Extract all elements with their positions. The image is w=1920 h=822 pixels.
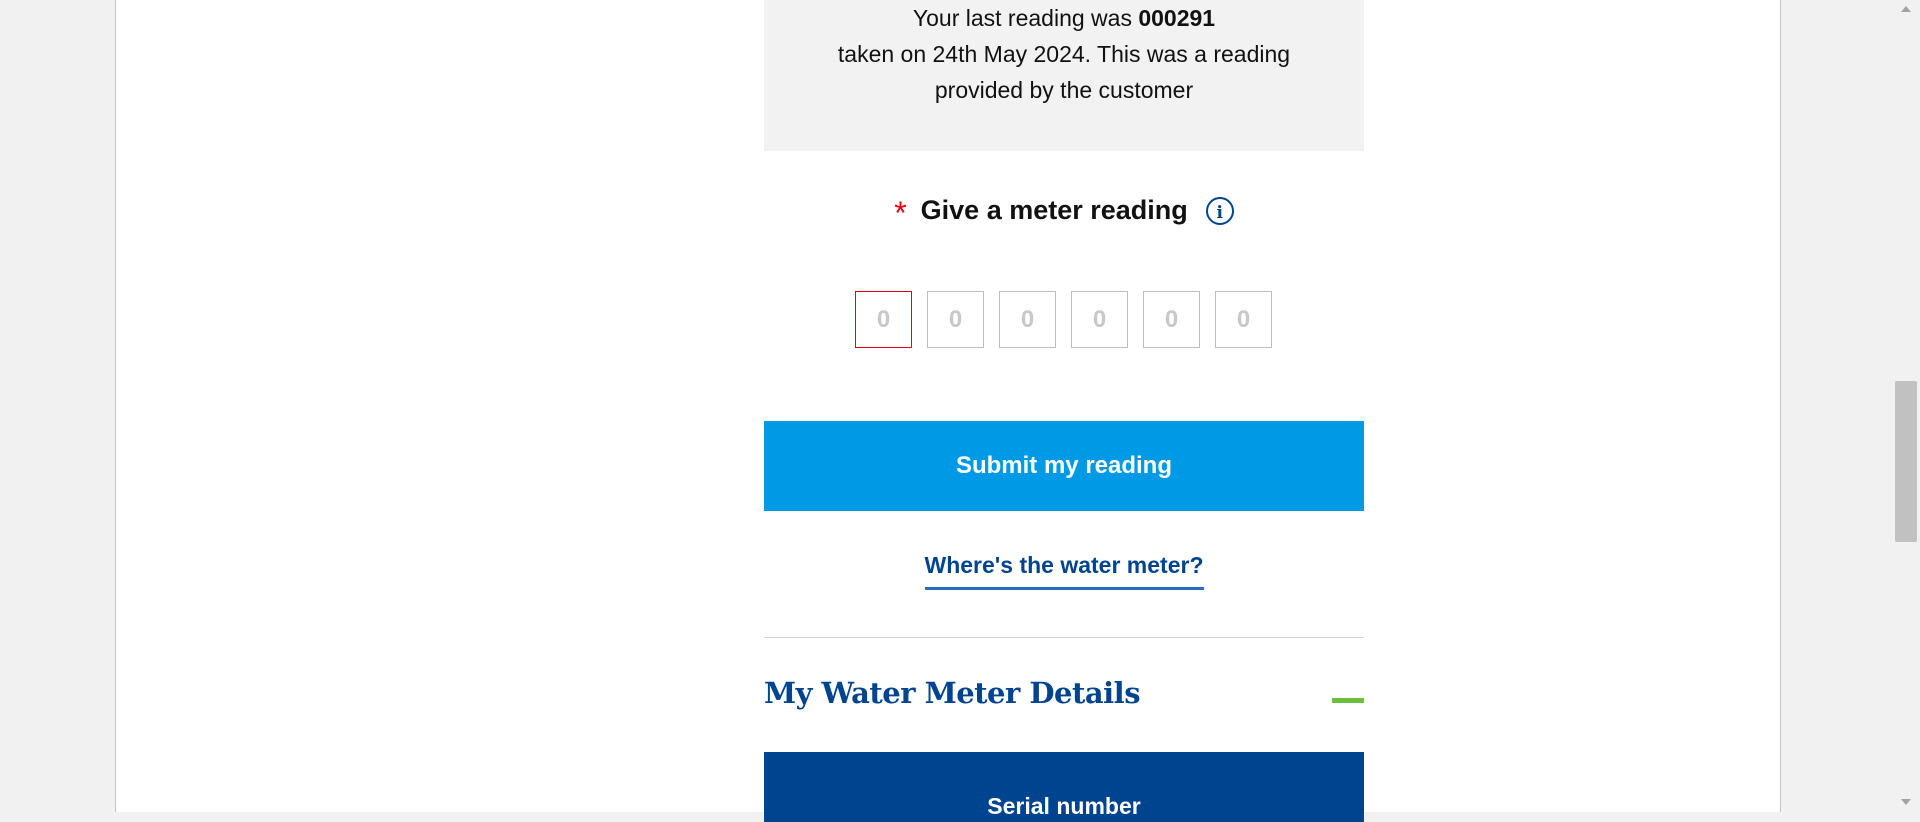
scroll-up-arrow-icon[interactable] [1901, 6, 1911, 12]
where-is-meter-link[interactable]: Where's the water meter? [924, 552, 1204, 590]
info-icon[interactable]: i [1205, 196, 1234, 225]
last-reading-prefix: Your last reading was [912, 5, 1132, 31]
scrollbar-thumb[interactable] [1895, 381, 1917, 542]
digit-input-4[interactable] [1071, 291, 1128, 348]
digit-input-2[interactable] [927, 291, 984, 348]
meter-reading-label-row: * Give a meter reading i [764, 192, 1364, 242]
last-reading-source-line: provided by the customer [934, 77, 1194, 103]
section-divider [764, 637, 1364, 638]
last-reading-box: Your last reading was 000291 taken on 24… [764, 0, 1364, 151]
meter-details-title[interactable]: My Water Meter Details [764, 676, 1141, 710]
last-reading-line: Your last reading was 000291 [764, 0, 1364, 36]
digit-input-3[interactable] [999, 291, 1056, 348]
submit-reading-button[interactable]: Submit my reading [764, 421, 1364, 511]
required-marker: * [894, 195, 907, 231]
scroll-down-arrow-icon[interactable] [1901, 799, 1911, 805]
digit-input-1[interactable] [855, 291, 912, 348]
last-reading-value: 000291 [1138, 5, 1216, 31]
digit-input-5[interactable] [1143, 291, 1200, 348]
help-link-wrap: Where's the water meter? [764, 552, 1364, 590]
meter-reading-label: Give a meter reading [920, 195, 1188, 225]
page-content: Your last reading was 000291 taken on 24… [115, 0, 1781, 822]
digit-input-6[interactable] [1215, 291, 1272, 348]
serial-number-header: Serial number [987, 793, 1141, 819]
last-reading-date-line: taken on 24th May 2024. This was a readi… [837, 41, 1291, 67]
meter-digit-inputs [855, 291, 1272, 349]
minus-icon[interactable] [1332, 698, 1364, 703]
